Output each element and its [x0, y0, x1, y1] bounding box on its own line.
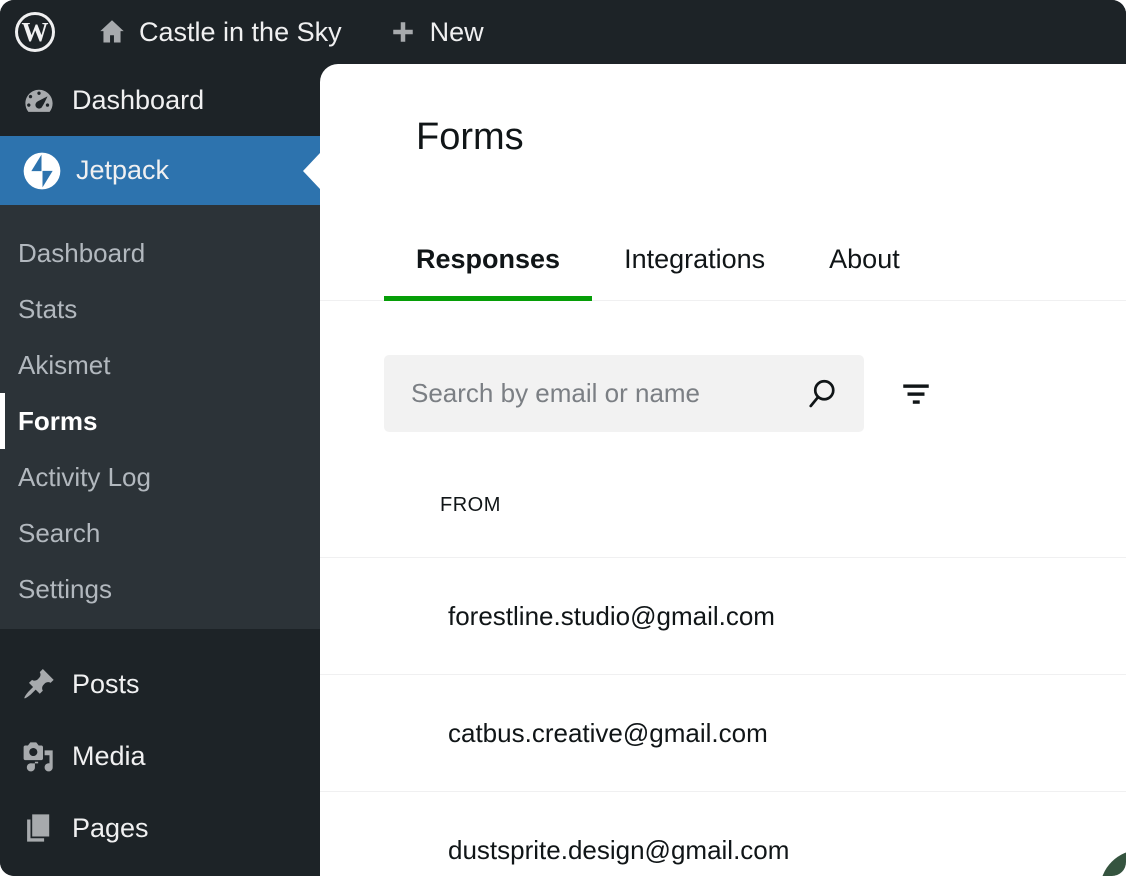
table-row[interactable]: forestline.studio@gmail.com: [320, 558, 1126, 675]
jetpack-submenu: Dashboard Stats Akismet Forms Activity L…: [0, 205, 320, 629]
sidebar-item-dashboard[interactable]: Dashboard: [0, 64, 320, 136]
page-title: Forms: [416, 116, 1126, 158]
responses-table: FROM forestline.studio@gmail.com catbus.…: [320, 432, 1126, 876]
site-name-label: Castle in the Sky: [139, 17, 342, 48]
tab-responses[interactable]: Responses: [384, 214, 592, 300]
submenu-item-settings[interactable]: Settings: [0, 561, 320, 617]
admin-sidebar: Dashboard Jetpack Dashboard Stats Akisme…: [0, 64, 320, 876]
submenu-item-stats[interactable]: Stats: [0, 281, 320, 337]
new-label: New: [430, 17, 484, 48]
submenu-item-forms[interactable]: Forms: [0, 393, 320, 449]
active-menu-arrow-icon: [303, 153, 320, 189]
sidebar-item-label: Dashboard: [72, 85, 204, 116]
sidebar-item-pages[interactable]: Pages: [0, 792, 320, 864]
new-content-button[interactable]: New: [388, 17, 484, 48]
wordpress-admin-page: W Castle in the Sky New Dashboard: [0, 0, 1126, 876]
sidebar-item-label: Pages: [72, 813, 149, 844]
sidebar-item-jetpack[interactable]: Jetpack: [0, 136, 320, 205]
filter-button[interactable]: [896, 374, 936, 414]
pushpin-icon: [22, 667, 56, 701]
site-name-link[interactable]: Castle in the Sky: [97, 17, 342, 48]
search-field-wrapper: [384, 355, 864, 432]
plus-icon: [388, 17, 418, 47]
wordpress-logo-letter: W: [22, 19, 49, 46]
submenu-item-dashboard[interactable]: Dashboard: [0, 225, 320, 281]
home-icon: [97, 17, 127, 47]
jetpack-icon: [22, 151, 62, 191]
sidebar-item-label: Jetpack: [76, 155, 169, 186]
pages-icon: [22, 811, 56, 845]
sidebar-item-media[interactable]: Media: [0, 720, 320, 792]
filter-icon: [899, 377, 933, 411]
search-input[interactable]: [384, 355, 864, 432]
submenu-item-akismet[interactable]: Akismet: [0, 337, 320, 393]
responses-toolbar: [384, 355, 1126, 432]
from-column-header: FROM: [320, 432, 1126, 558]
table-row[interactable]: dustsprite.design@gmail.com: [320, 792, 1126, 876]
sidebar-item-posts[interactable]: Posts: [0, 648, 320, 720]
admin-bar: W Castle in the Sky New: [0, 0, 1126, 64]
submenu-item-search[interactable]: Search: [0, 505, 320, 561]
sidebar-bottom-menu: Posts Media Pages: [0, 629, 320, 864]
submenu-item-activity-log[interactable]: Activity Log: [0, 449, 320, 505]
sidebar-item-label: Media: [72, 741, 146, 772]
tab-bar: Responses Integrations About: [320, 214, 1126, 301]
sidebar-item-label: Posts: [72, 669, 140, 700]
media-icon: [22, 739, 56, 773]
main-content: Forms Responses Integrations About: [320, 64, 1126, 876]
tab-integrations[interactable]: Integrations: [592, 214, 797, 300]
table-row[interactable]: catbus.creative@gmail.com: [320, 675, 1126, 792]
dashboard-gauge-icon: [22, 83, 56, 117]
tab-about[interactable]: About: [797, 214, 932, 300]
wordpress-logo-icon[interactable]: W: [15, 12, 55, 52]
